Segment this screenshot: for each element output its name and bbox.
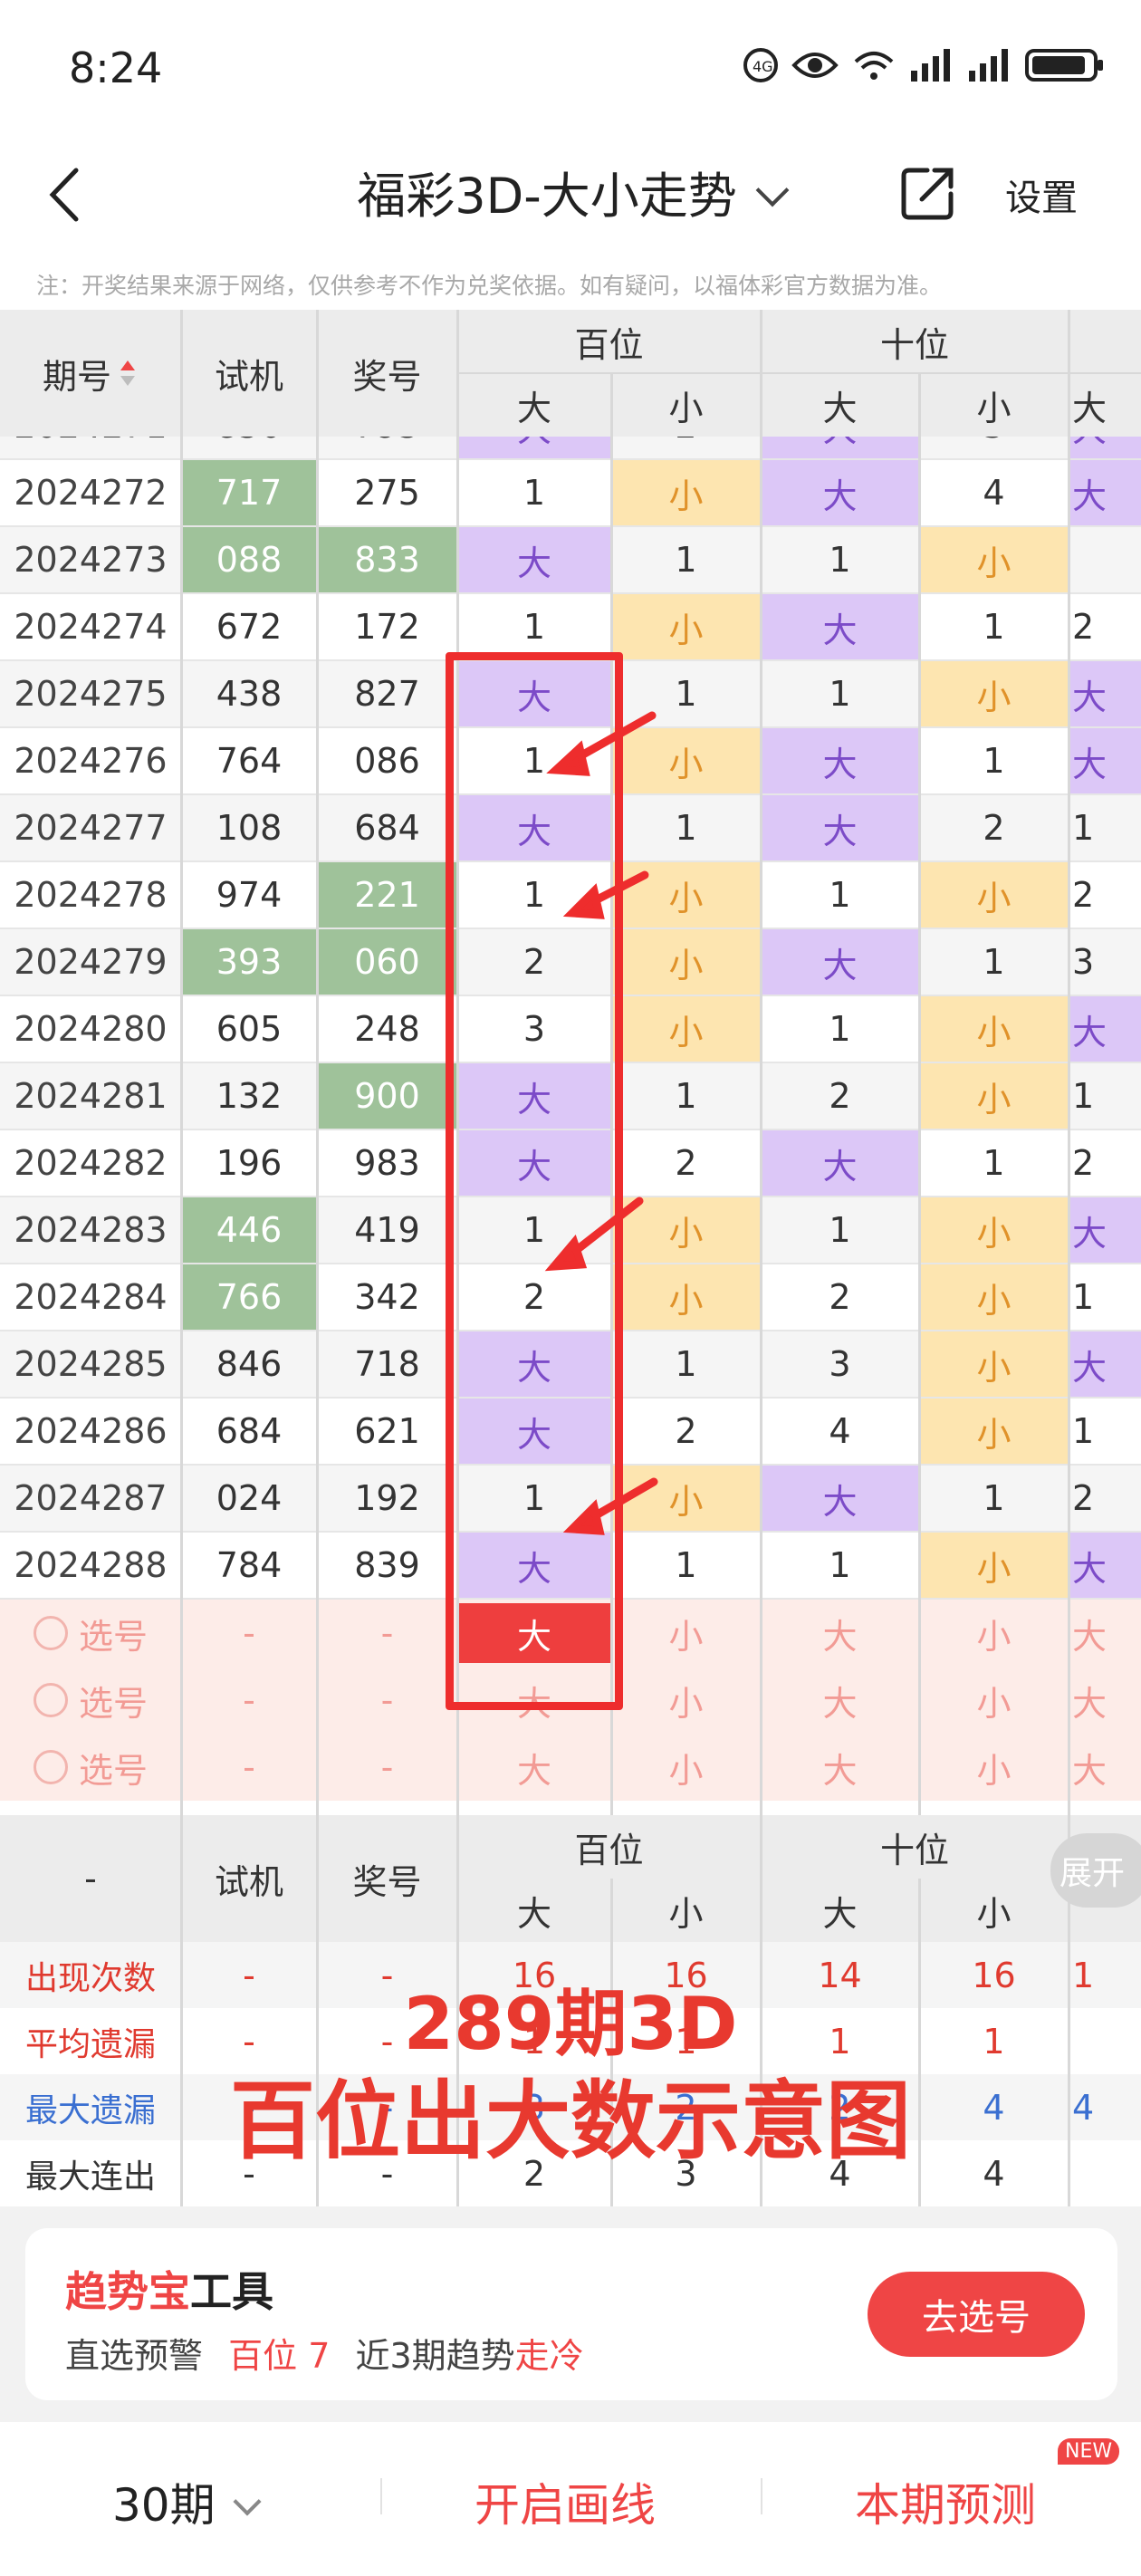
period-label: 30期 (112, 2479, 216, 2532)
chevron-down-icon (233, 2487, 262, 2516)
tool-title: 趋势宝工具 (65, 2259, 273, 2319)
tool-sub-prefix: 直选预警 (65, 2336, 204, 2376)
trend-tool-card: 趋势宝工具 直选预警 百位 7 近3期趋势走冷 去选号 (25, 2228, 1117, 2400)
tool-subtitle: 直选预警 百位 7 近3期趋势走冷 (65, 2328, 584, 2378)
tool-title-suffix: 工具 (190, 2267, 273, 2316)
period-selector[interactable]: 30期 (112, 2469, 262, 2534)
tool-sub-state: 走冷 (514, 2336, 584, 2376)
go-select-button[interactable]: 去选号 (868, 2272, 1085, 2357)
bottom-bar: 30期 开启画线 本期预测 NEW (0, 2422, 1141, 2576)
overlay-subtitle: 百位出大数示意图 (229, 2072, 911, 2171)
tool-sub-position: 百位 7 (228, 2336, 331, 2376)
tool-title-brand: 趋势宝 (65, 2267, 190, 2316)
draw-lines-button[interactable]: 开启画线 (475, 2469, 656, 2534)
new-badge: NEW (1058, 2438, 1120, 2465)
tool-sub-mid: 近3期趋势 (355, 2336, 515, 2376)
predict-button[interactable]: 本期预测 (855, 2469, 1036, 2534)
annotation-arrows (544, 711, 658, 1535)
